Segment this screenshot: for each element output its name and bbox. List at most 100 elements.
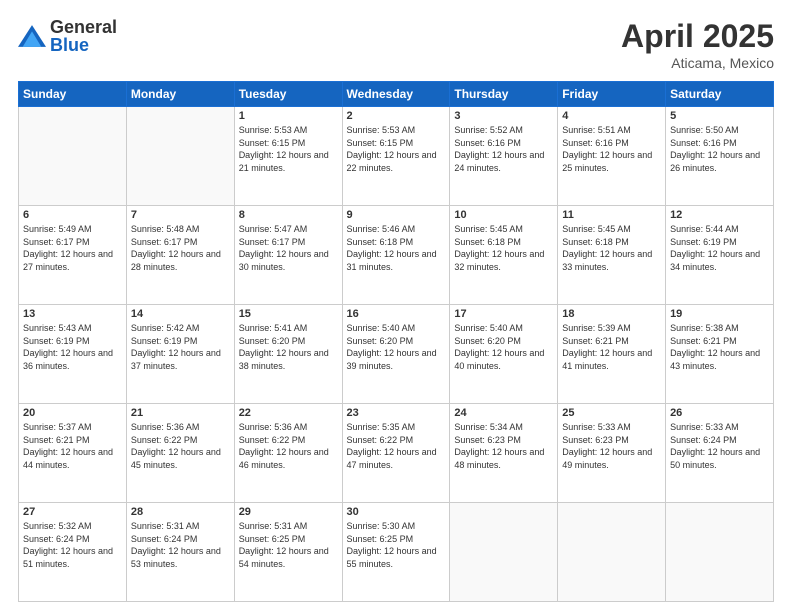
table-row	[666, 503, 774, 602]
day-info: Sunrise: 5:48 AM Sunset: 6:17 PM Dayligh…	[131, 223, 230, 273]
day-number: 30	[347, 506, 446, 518]
day-number: 8	[239, 209, 338, 221]
table-row: 18 Sunrise: 5:39 AM Sunset: 6:21 PM Dayli…	[558, 305, 666, 404]
day-info: Sunrise: 5:33 AM Sunset: 6:24 PM Dayligh…	[670, 421, 769, 471]
day-number: 10	[454, 209, 553, 221]
day-info: Sunrise: 5:33 AM Sunset: 6:23 PM Dayligh…	[562, 421, 661, 471]
table-row: 24 Sunrise: 5:34 AM Sunset: 6:23 PM Dayli…	[450, 404, 558, 503]
day-number: 26	[670, 407, 769, 419]
day-info: Sunrise: 5:51 AM Sunset: 6:16 PM Dayligh…	[562, 124, 661, 174]
calendar-week-row: 1Sunrise: 5:53 AM Sunset: 6:15 PM Daylig…	[19, 107, 774, 206]
col-thursday: Thursday	[450, 82, 558, 107]
day-info: Sunrise: 5:46 AM Sunset: 6:18 PM Dayligh…	[347, 223, 446, 273]
page: General Blue April 2025 Aticama, Mexico …	[0, 0, 792, 612]
day-info: Sunrise: 5:47 AM Sunset: 6:17 PM Dayligh…	[239, 223, 338, 273]
table-row: 9 Sunrise: 5:46 AM Sunset: 6:18 PM Daylig…	[342, 206, 450, 305]
day-number: 2	[347, 110, 446, 122]
day-info: Sunrise: 5:36 AM Sunset: 6:22 PM Dayligh…	[239, 421, 338, 471]
day-info: Sunrise: 5:53 AM Sunset: 6:15 PM Dayligh…	[347, 124, 446, 174]
day-number: 7	[131, 209, 230, 221]
day-number: 11	[562, 209, 661, 221]
day-info: Sunrise: 5:37 AM Sunset: 6:21 PM Dayligh…	[23, 421, 122, 471]
table-row: 27 Sunrise: 5:32 AM Sunset: 6:24 PM Dayli…	[19, 503, 127, 602]
day-number: 25	[562, 407, 661, 419]
table-row: 3Sunrise: 5:52 AM Sunset: 6:16 PM Daylig…	[450, 107, 558, 206]
day-number: 15	[239, 308, 338, 320]
table-row	[450, 503, 558, 602]
table-row: 13Sunrise: 5:43 AM Sunset: 6:19 PM Dayli…	[19, 305, 127, 404]
day-number: 16	[347, 308, 446, 320]
calendar-week-row: 20Sunrise: 5:37 AM Sunset: 6:21 PM Dayli…	[19, 404, 774, 503]
table-row: 17 Sunrise: 5:40 AM Sunset: 6:20 PM Dayli…	[450, 305, 558, 404]
table-row: 6 Sunrise: 5:49 AM Sunset: 6:17 PM Daylig…	[19, 206, 127, 305]
day-info: Sunrise: 5:42 AM Sunset: 6:19 PM Dayligh…	[131, 322, 230, 372]
day-info: Sunrise: 5:34 AM Sunset: 6:23 PM Dayligh…	[454, 421, 553, 471]
day-info: Sunrise: 5:49 AM Sunset: 6:17 PM Dayligh…	[23, 223, 122, 273]
table-row: 25 Sunrise: 5:33 AM Sunset: 6:23 PM Dayli…	[558, 404, 666, 503]
table-row: 22 Sunrise: 5:36 AM Sunset: 6:22 PM Dayli…	[234, 404, 342, 503]
calendar-week-row: 6 Sunrise: 5:49 AM Sunset: 6:17 PM Daylig…	[19, 206, 774, 305]
table-row	[126, 107, 234, 206]
day-info: Sunrise: 5:53 AM Sunset: 6:15 PM Dayligh…	[239, 124, 338, 174]
logo-icon	[18, 25, 46, 47]
day-info: Sunrise: 5:40 AM Sunset: 6:20 PM Dayligh…	[454, 322, 553, 372]
table-row: 16 Sunrise: 5:40 AM Sunset: 6:20 PM Dayli…	[342, 305, 450, 404]
table-row: 5 Sunrise: 5:50 AM Sunset: 6:16 PM Daylig…	[666, 107, 774, 206]
logo-text: General Blue	[50, 18, 117, 54]
day-number: 17	[454, 308, 553, 320]
day-info: Sunrise: 5:39 AM Sunset: 6:21 PM Dayligh…	[562, 322, 661, 372]
header: General Blue April 2025 Aticama, Mexico	[18, 18, 774, 71]
day-number: 21	[131, 407, 230, 419]
table-row: 28 Sunrise: 5:31 AM Sunset: 6:24 PM Dayli…	[126, 503, 234, 602]
col-saturday: Saturday	[666, 82, 774, 107]
day-number: 12	[670, 209, 769, 221]
day-info: Sunrise: 5:31 AM Sunset: 6:24 PM Dayligh…	[131, 520, 230, 570]
day-number: 24	[454, 407, 553, 419]
day-number: 28	[131, 506, 230, 518]
day-info: Sunrise: 5:43 AM Sunset: 6:19 PM Dayligh…	[23, 322, 122, 372]
day-number: 18	[562, 308, 661, 320]
day-number: 5	[670, 110, 769, 122]
logo-general-text: General	[50, 18, 117, 36]
day-number: 9	[347, 209, 446, 221]
day-number: 4	[562, 110, 661, 122]
col-monday: Monday	[126, 82, 234, 107]
table-row: 23Sunrise: 5:35 AM Sunset: 6:22 PM Dayli…	[342, 404, 450, 503]
day-number: 6	[23, 209, 122, 221]
table-row: 14 Sunrise: 5:42 AM Sunset: 6:19 PM Dayli…	[126, 305, 234, 404]
table-row: 7 Sunrise: 5:48 AM Sunset: 6:17 PM Daylig…	[126, 206, 234, 305]
col-tuesday: Tuesday	[234, 82, 342, 107]
table-row: 21 Sunrise: 5:36 AM Sunset: 6:22 PM Dayli…	[126, 404, 234, 503]
table-row: 19 Sunrise: 5:38 AM Sunset: 6:21 PM Dayli…	[666, 305, 774, 404]
day-number: 27	[23, 506, 122, 518]
day-number: 19	[670, 308, 769, 320]
table-row: 2 Sunrise: 5:53 AM Sunset: 6:15 PM Daylig…	[342, 107, 450, 206]
day-number: 23	[347, 407, 446, 419]
table-row: 8 Sunrise: 5:47 AM Sunset: 6:17 PM Daylig…	[234, 206, 342, 305]
table-row: 29 Sunrise: 5:31 AM Sunset: 6:25 PM Dayli…	[234, 503, 342, 602]
col-friday: Friday	[558, 82, 666, 107]
day-info: Sunrise: 5:38 AM Sunset: 6:21 PM Dayligh…	[670, 322, 769, 372]
day-info: Sunrise: 5:36 AM Sunset: 6:22 PM Dayligh…	[131, 421, 230, 471]
day-info: Sunrise: 5:32 AM Sunset: 6:24 PM Dayligh…	[23, 520, 122, 570]
day-info: Sunrise: 5:31 AM Sunset: 6:25 PM Dayligh…	[239, 520, 338, 570]
day-info: Sunrise: 5:50 AM Sunset: 6:16 PM Dayligh…	[670, 124, 769, 174]
month-title: April 2025	[621, 18, 774, 55]
day-number: 29	[239, 506, 338, 518]
table-row	[558, 503, 666, 602]
day-info: Sunrise: 5:45 AM Sunset: 6:18 PM Dayligh…	[562, 223, 661, 273]
day-info: Sunrise: 5:41 AM Sunset: 6:20 PM Dayligh…	[239, 322, 338, 372]
calendar-table: Sunday Monday Tuesday Wednesday Thursday…	[18, 81, 774, 602]
logo-blue-text: Blue	[50, 36, 117, 54]
calendar-week-row: 13Sunrise: 5:43 AM Sunset: 6:19 PM Dayli…	[19, 305, 774, 404]
day-info: Sunrise: 5:40 AM Sunset: 6:20 PM Dayligh…	[347, 322, 446, 372]
table-row: 26 Sunrise: 5:33 AM Sunset: 6:24 PM Dayli…	[666, 404, 774, 503]
location-title: Aticama, Mexico	[621, 55, 774, 71]
day-number: 22	[239, 407, 338, 419]
day-info: Sunrise: 5:44 AM Sunset: 6:19 PM Dayligh…	[670, 223, 769, 273]
day-info: Sunrise: 5:30 AM Sunset: 6:25 PM Dayligh…	[347, 520, 446, 570]
day-number: 14	[131, 308, 230, 320]
title-block: April 2025 Aticama, Mexico	[621, 18, 774, 71]
day-info: Sunrise: 5:52 AM Sunset: 6:16 PM Dayligh…	[454, 124, 553, 174]
col-sunday: Sunday	[19, 82, 127, 107]
